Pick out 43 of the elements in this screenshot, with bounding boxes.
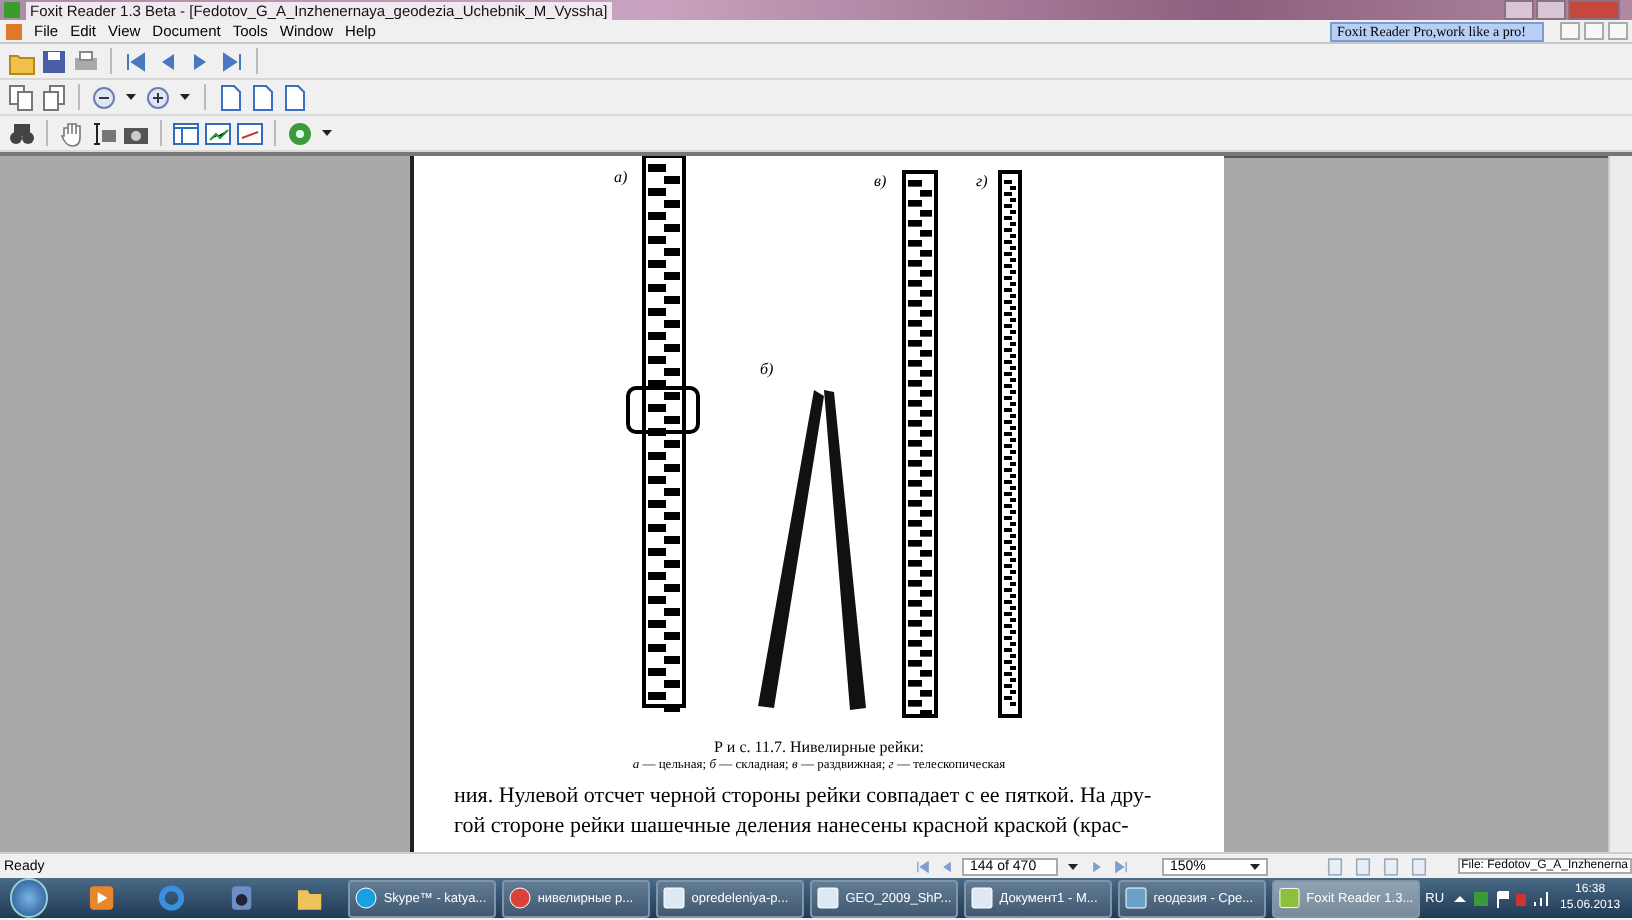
- hand-icon[interactable]: [58, 119, 86, 147]
- page-icon[interactable]: [280, 83, 308, 111]
- media-player-icon[interactable]: [88, 884, 117, 912]
- speaker-icon[interactable]: [227, 884, 255, 912]
- copy-pages-icon[interactable]: [8, 83, 36, 111]
- page-icon[interactable]: [248, 83, 276, 111]
- body-text: ния. Нулевой отсчет черной стороны рейки совпадает с ее пяткой. На дру-: [454, 784, 1152, 808]
- image-icon: [1123, 886, 1148, 910]
- start-button[interactable]: [10, 878, 49, 918]
- tray-icons-drawing[interactable]: [1454, 889, 1551, 907]
- caret-icon[interactable]: [1068, 863, 1078, 869]
- clamp-drawing: [626, 386, 700, 434]
- figure-label: б): [760, 360, 774, 378]
- binoculars-icon[interactable]: [8, 119, 36, 147]
- body-text: гой стороне рейки шашечные деления нанесены красной краской (крас-: [454, 814, 1131, 838]
- save-icon[interactable]: [40, 47, 68, 75]
- close-button[interactable]: [1608, 22, 1628, 40]
- scrollbar[interactable]: [1608, 156, 1632, 852]
- text-select-icon[interactable]: [90, 119, 118, 147]
- zoom-out-icon[interactable]: [90, 83, 118, 111]
- zoom-in-icon[interactable]: [144, 83, 172, 111]
- figure-label: г): [976, 172, 988, 190]
- figure-label: а): [614, 168, 628, 186]
- caret-icon[interactable]: [180, 94, 190, 100]
- caret-icon[interactable]: [126, 94, 136, 100]
- figure-label: в): [874, 172, 887, 190]
- caret-icon[interactable]: [322, 130, 332, 136]
- page-icon[interactable]: [216, 83, 244, 111]
- first-page-icon[interactable]: [914, 857, 932, 875]
- maximize-button[interactable]: [1536, 0, 1566, 20]
- copy-pages-icon[interactable]: [40, 83, 68, 111]
- minimize-button[interactable]: [1560, 22, 1580, 40]
- folder-icon[interactable]: [296, 884, 324, 912]
- minimize-button[interactable]: [1504, 0, 1534, 20]
- caret-icon: [1250, 863, 1260, 869]
- last-page-icon[interactable]: [1112, 857, 1130, 875]
- restore-button[interactable]: [1584, 22, 1604, 40]
- first-page-icon[interactable]: [122, 47, 150, 75]
- window-chart-icon[interactable]: [204, 119, 232, 147]
- window-list-icon[interactable]: [172, 119, 200, 147]
- figure-caption: Р и с. 11.7. Нивелирные рейки:: [713, 738, 925, 756]
- last-page-icon[interactable]: [218, 47, 246, 75]
- window-pen-icon[interactable]: [236, 119, 264, 147]
